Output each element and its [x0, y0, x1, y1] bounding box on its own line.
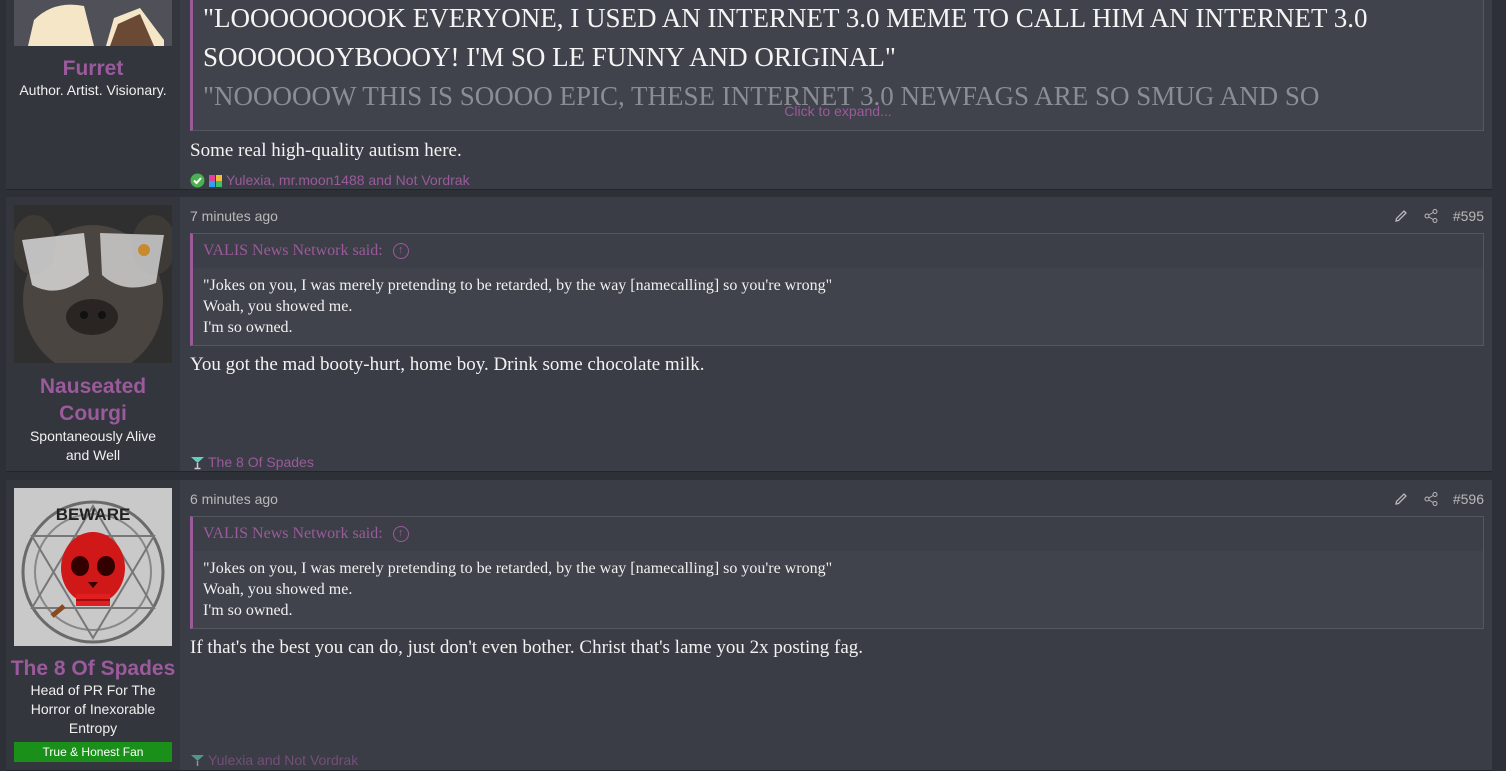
avatar[interactable]: [14, 205, 172, 363]
user-title: Author. Artist. Visionary.: [19, 82, 167, 98]
quote-line: Woah, you showed me.: [203, 581, 353, 598]
reactions-bar[interactable]: Yulexia and Not Vordrak: [190, 752, 358, 768]
quote-line: "LOOOOOOOOK EVERYONE, I USED AN INTERNET…: [203, 3, 1368, 33]
post-actions: #595: [1393, 208, 1484, 224]
quote-line: I'm so owned.: [203, 602, 293, 619]
quote-line: SOOOOOOYBOOOY! I'M SO LE FUNNY AND ORIGI…: [203, 42, 896, 72]
quote-block: "LOOOOOOOOK EVERYONE, I USED AN INTERNET…: [190, 0, 1484, 131]
user-title-line: and Well: [65, 447, 121, 463]
quote-block: VALIS News Network said: ↑ "Jokes on you…: [190, 516, 1484, 629]
post-time[interactable]: 6 minutes ago: [190, 491, 278, 507]
quote-up-arrow-icon[interactable]: ↑: [392, 243, 409, 260]
post-595: Nauseated Courgi Spontaneously Alive and…: [6, 197, 1492, 472]
post-596: BEWARE The 8 Of Spades Head of PR For Th…: [6, 480, 1492, 771]
user-title-line: Entropy: [68, 720, 118, 736]
post-body: You got the mad booty-hurt, home boy. Dr…: [190, 354, 705, 375]
cocktail-reaction-icon: [190, 455, 205, 470]
edit-icon[interactable]: [1393, 208, 1409, 224]
avatar[interactable]: BEWARE: [14, 488, 172, 646]
post-actions: #596: [1393, 491, 1484, 507]
puzzle-reaction-icon: [208, 173, 223, 188]
quote-body: "Jokes on you, I was merely pretending t…: [193, 268, 1483, 338]
edit-icon[interactable]: [1393, 491, 1409, 507]
user-title: Spontaneously Alive and Well: [6, 427, 180, 465]
user-banner: True & Honest Fan: [14, 742, 172, 762]
user-sidebar: Nauseated Courgi Spontaneously Alive and…: [6, 197, 180, 471]
checkmark-reaction-icon: [190, 173, 205, 188]
quote-line: Woah, you showed me.: [203, 298, 353, 315]
user-sidebar: BEWARE The 8 Of Spades Head of PR For Th…: [6, 480, 180, 770]
reaction-users[interactable]: The 8 Of Spades: [208, 454, 314, 470]
post-main: "LOOOOOOOOK EVERYONE, I USED AN INTERNET…: [190, 0, 1484, 189]
quote-body: "Jokes on you, I was merely pretending t…: [193, 551, 1483, 621]
post-number[interactable]: #595: [1453, 208, 1484, 224]
post-main: 6 minutes ago #596 VALIS News Network sa…: [190, 480, 1484, 770]
share-icon[interactable]: [1423, 208, 1439, 224]
reaction-users[interactable]: Yulexia, mr.moon1488 and Not Vordrak: [226, 172, 470, 188]
reactions-bar[interactable]: The 8 Of Spades: [190, 454, 314, 470]
username-line[interactable]: Courgi: [6, 400, 180, 427]
share-icon[interactable]: [1423, 491, 1439, 507]
post-body: If that's the best you can do, just don'…: [190, 637, 864, 658]
quote-header[interactable]: VALIS News Network said: ↑: [193, 234, 1483, 268]
quote-header[interactable]: VALIS News Network said: ↑: [193, 517, 1483, 551]
username-line[interactable]: Nauseated: [6, 373, 180, 400]
avatar[interactable]: [14, 0, 172, 46]
expand-link[interactable]: Click to expand...: [193, 103, 1483, 119]
user-title-line: Spontaneously Alive: [29, 428, 157, 444]
user-title-line: Head of PR For The: [30, 682, 156, 698]
post-body: Some real high-quality autism here.: [190, 140, 462, 161]
quote-block: VALIS News Network said: ↑ "Jokes on you…: [190, 233, 1484, 346]
username[interactable]: Nauseated Courgi: [6, 373, 180, 427]
post-number[interactable]: #596: [1453, 491, 1484, 507]
user-title-line: Horror of Inexorable: [30, 701, 156, 717]
post-furret: Furret Author. Artist. Visionary. "LOOOO…: [6, 0, 1492, 190]
username[interactable]: The 8 Of Spades: [6, 655, 180, 682]
quote-author[interactable]: VALIS News Network said:: [203, 242, 383, 259]
quote-line: "Jokes on you, I was merely pretending t…: [203, 277, 833, 294]
post-main: 7 minutes ago #595 VALIS News Network sa…: [190, 197, 1484, 471]
user-sidebar: Furret Author. Artist. Visionary.: [6, 0, 180, 189]
quote-line: "Jokes on you, I was merely pretending t…: [203, 560, 833, 577]
quote-author[interactable]: VALIS News Network said:: [203, 525, 383, 542]
quote-up-arrow-icon[interactable]: ↑: [392, 526, 409, 543]
cocktail-reaction-icon: [190, 753, 205, 768]
post-time[interactable]: 7 minutes ago: [190, 208, 278, 224]
reactions-bar[interactable]: Yulexia, mr.moon1488 and Not Vordrak: [190, 172, 470, 188]
quote-line: I'm so owned.: [203, 319, 293, 336]
avatar-text: BEWARE: [56, 505, 131, 524]
username[interactable]: Furret: [6, 55, 180, 82]
user-title: Head of PR For The Horror of Inexorable …: [6, 681, 180, 738]
reaction-users[interactable]: Yulexia and Not Vordrak: [208, 752, 358, 768]
